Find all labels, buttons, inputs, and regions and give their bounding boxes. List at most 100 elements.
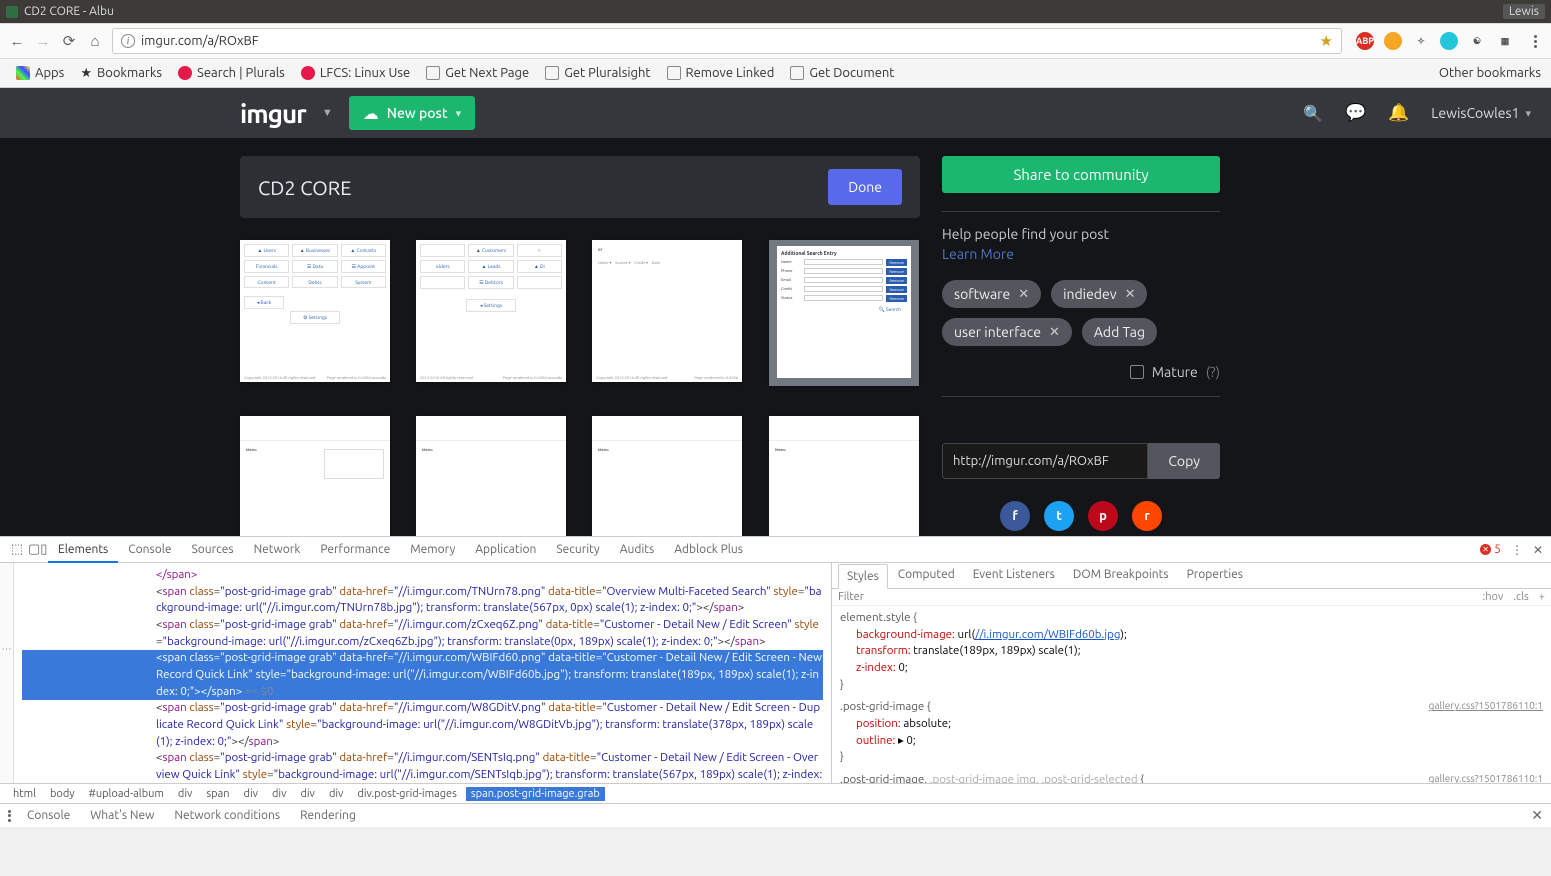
drawer-tab-console[interactable]: Console	[17, 806, 80, 825]
chat-icon[interactable]: 💬	[1345, 103, 1366, 123]
share-url-input[interactable]: http://imgur.com/a/ROxBF	[942, 443, 1148, 479]
mature-hint[interactable]: (?)	[1206, 364, 1220, 380]
remove-tag-icon[interactable]: ✕	[1125, 287, 1136, 302]
pinterest-share-icon[interactable]: p	[1088, 501, 1118, 531]
album-title[interactable]: CD2 CORE	[258, 176, 352, 199]
devtools-tab-sources[interactable]: Sources	[181, 538, 243, 561]
breadcrumb-item[interactable]: div	[173, 787, 197, 801]
devtools-tab-network[interactable]: Network	[244, 538, 311, 561]
grid-image[interactable]: ▲ Customers○olders▲ Leads▲ Di☰ Debtors ◂…	[416, 240, 566, 382]
add-rule-icon[interactable]: +	[1539, 591, 1545, 603]
styles-tab-properties[interactable]: Properties	[1179, 563, 1251, 588]
add-tag-button[interactable]: Add Tag	[1082, 318, 1157, 346]
reload-icon[interactable]: ⟳	[60, 32, 78, 50]
devtools-tab-performance[interactable]: Performance	[310, 538, 400, 561]
extension-icon[interactable]	[1384, 32, 1402, 50]
drawer-close-icon[interactable]: ✕	[1531, 807, 1543, 824]
breadcrumb-item[interactable]: span	[201, 787, 234, 801]
error-badge[interactable]: ✕5	[1480, 543, 1501, 556]
home-icon[interactable]: ⌂	[86, 32, 104, 50]
grid-image[interactable]: er Name ▾ Source ▾ Credit ▾ Date Copyrig…	[592, 240, 742, 382]
devtools-tab-adblock-plus[interactable]: Adblock Plus	[664, 538, 753, 561]
drawer-tab-what's-new[interactable]: What's New	[80, 806, 164, 825]
bookmark-item[interactable]: Get Pluralsight	[539, 64, 656, 82]
os-user-badge[interactable]: Lewis	[1503, 4, 1545, 19]
site-info-icon[interactable]: i	[121, 34, 135, 48]
browser-menu-icon[interactable]	[1528, 35, 1543, 48]
devtools-tab-memory[interactable]: Memory	[400, 538, 465, 561]
facebook-share-icon[interactable]: f	[1000, 501, 1030, 531]
drawer-tab-network-conditions[interactable]: Network conditions	[164, 806, 290, 825]
grid-image[interactable]: Menu	[416, 416, 566, 536]
styles-tab-styles[interactable]: Styles	[838, 564, 888, 589]
bookmark-item[interactable]: Get Next Page	[420, 64, 535, 82]
logo-chevron-icon[interactable]: ▼	[322, 107, 333, 119]
grid-image[interactable]: Menu	[592, 416, 742, 536]
breadcrumb-item[interactable]: body	[45, 787, 80, 801]
user-menu[interactable]: LewisCowles1 ▾	[1431, 105, 1531, 121]
back-icon[interactable]: ←	[8, 32, 26, 50]
device-toggle-icon[interactable]: ▢▯	[28, 542, 46, 557]
breadcrumb-item[interactable]: div.post-grid-images	[352, 787, 462, 801]
bookmark-item[interactable]: LFCS: Linux Use	[295, 64, 416, 82]
drawer-tab-rendering[interactable]: Rendering	[290, 806, 366, 825]
tag-chip[interactable]: software✕	[942, 280, 1041, 308]
styles-tab-event-listeners[interactable]: Event Listeners	[965, 563, 1063, 588]
notifications-icon[interactable]: 🔔	[1388, 103, 1409, 123]
bookmark-item[interactable]: ★Bookmarks	[74, 64, 168, 83]
styles-filter-input[interactable]	[838, 591, 1483, 603]
address-bar[interactable]: i imgur.com/a/ROxBF ★	[112, 28, 1342, 54]
remove-tag-icon[interactable]: ✕	[1018, 287, 1029, 302]
imgur-logo[interactable]: imgur	[240, 99, 306, 128]
drawer-menu-icon[interactable]	[8, 810, 15, 822]
devtools-tab-application[interactable]: Application	[465, 538, 546, 561]
devtools-close-icon[interactable]: ✕	[1533, 543, 1543, 557]
remove-tag-icon[interactable]: ✕	[1049, 325, 1060, 340]
tag-chip[interactable]: indiedev✕	[1051, 280, 1147, 308]
devtools-tab-security[interactable]: Security	[546, 538, 609, 561]
share-community-button[interactable]: Share to community	[942, 156, 1220, 193]
mature-checkbox[interactable]	[1130, 365, 1144, 379]
cls-toggle[interactable]: .cls	[1513, 591, 1528, 603]
grid-image[interactable]: Additional Search Entry NameRemove Phone…	[769, 240, 919, 386]
breadcrumb-item[interactable]: div	[239, 787, 263, 801]
inspect-element-icon[interactable]: ⬚	[8, 542, 26, 557]
grid-image[interactable]: Menu	[240, 416, 390, 536]
hov-toggle[interactable]: :hov	[1483, 591, 1504, 603]
breadcrumb-item[interactable]: div	[267, 787, 291, 801]
abp-extension-icon[interactable]: ABP	[1356, 32, 1374, 50]
extension-icon[interactable]	[1440, 32, 1458, 50]
copy-button[interactable]: Copy	[1148, 443, 1220, 479]
extension-icon[interactable]: ☯	[1468, 32, 1486, 50]
grid-image[interactable]: ▲ Users▲ Businesses▲ ContactsFinancials☰…	[240, 240, 390, 382]
css-rules[interactable]: element.style {background-image: url(//i…	[832, 606, 1551, 783]
extension-icon[interactable]: ▦	[1496, 32, 1514, 50]
twitter-share-icon[interactable]: t	[1044, 501, 1074, 531]
breadcrumb-item[interactable]: div	[324, 787, 348, 801]
other-bookmarks[interactable]: Other bookmarks	[1434, 66, 1541, 80]
breadcrumb-item[interactable]: span.post-grid-image.grab	[466, 787, 605, 801]
new-post-button[interactable]: ☁ New post ▾	[349, 96, 475, 130]
devtools-menu-icon[interactable]: ⋮	[1511, 543, 1523, 557]
bookmark-star-icon[interactable]: ★	[1320, 32, 1333, 50]
search-icon[interactable]: 🔍	[1303, 104, 1323, 123]
breadcrumb-item[interactable]: #upload-album	[84, 787, 169, 801]
bookmark-item[interactable]: Get Document	[784, 64, 900, 82]
done-button[interactable]: Done	[828, 169, 902, 205]
bookmark-item[interactable]: Remove Linked	[661, 64, 781, 82]
reddit-share-icon[interactable]: r	[1132, 501, 1162, 531]
devtools-tab-audits[interactable]: Audits	[610, 538, 665, 561]
styles-tab-computed[interactable]: Computed	[890, 563, 963, 588]
tag-chip[interactable]: user interface✕	[942, 318, 1072, 346]
learn-more-link[interactable]: Learn More	[942, 246, 1220, 262]
extension-icon[interactable]: ✧	[1412, 32, 1430, 50]
devtools-tab-elements[interactable]: Elements	[48, 538, 118, 563]
grid-image[interactable]: Menu	[769, 416, 919, 536]
apps-shortcut[interactable]: Apps	[10, 64, 70, 82]
styles-tab-dom-breakpoints[interactable]: DOM Breakpoints	[1065, 563, 1177, 588]
breadcrumb-item[interactable]: div	[295, 787, 319, 801]
elements-breadcrumb[interactable]: htmlbody#upload-albumdivspandivdivdivdiv…	[0, 783, 1551, 803]
bookmark-item[interactable]: Search | Plurals	[172, 64, 291, 82]
devtools-tab-console[interactable]: Console	[118, 538, 181, 561]
elements-panel[interactable]: </span><span class="post-grid-image grab…	[14, 563, 831, 783]
